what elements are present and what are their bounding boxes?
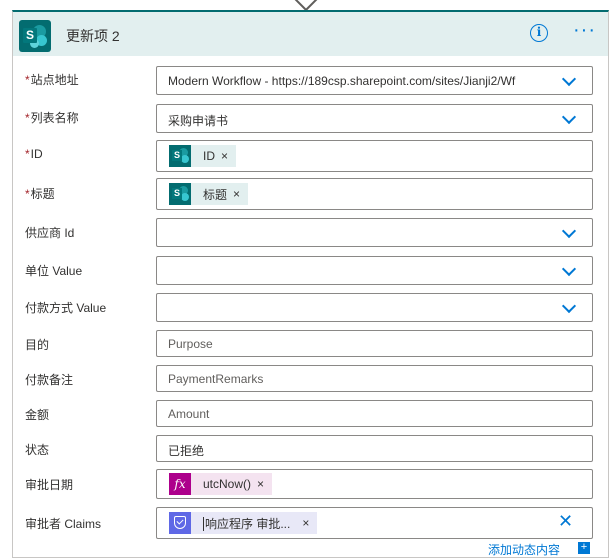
payment-method-dropdown[interactable] <box>156 293 593 322</box>
chevron-down-icon[interactable] <box>561 71 577 87</box>
remove-token-icon[interactable]: × <box>302 516 309 530</box>
sharepoint-icon: S <box>169 145 191 167</box>
card-title[interactable]: 更新项 2 <box>66 26 120 46</box>
chevron-down-icon[interactable] <box>561 261 577 277</box>
payment-remarks-input[interactable]: PaymentRemarks <box>156 365 593 392</box>
label-payment-method: 付款方式 Value <box>25 301 107 315</box>
remove-token-icon[interactable]: × <box>257 477 264 491</box>
info-icon[interactable]: i <box>530 24 548 42</box>
id-field[interactable]: S ID × <box>156 140 593 172</box>
label-payment-remarks: 付款备注 <box>25 373 74 387</box>
add-dynamic-content-link[interactable]: 添加动态内容 <box>488 541 560 558</box>
text-cursor <box>203 517 204 532</box>
label-amount: 金额 <box>25 408 50 422</box>
fx-icon: fx <box>169 473 191 495</box>
sharepoint-icon: S <box>19 20 51 52</box>
utcnow-token[interactable]: fx utcNow() × <box>169 473 273 495</box>
chevron-down-icon[interactable] <box>561 109 577 125</box>
approver-claims-field[interactable]: 响应程序 审批... × ✕ <box>156 507 593 539</box>
list-name-dropdown[interactable]: 采购申请书 <box>156 104 593 133</box>
card-header[interactable]: S 更新项 2 i ··· <box>13 12 608 56</box>
clear-icon[interactable]: ✕ <box>558 512 573 530</box>
sharepoint-icon: S <box>169 183 191 205</box>
status-input[interactable]: 已拒绝 <box>156 435 593 462</box>
purpose-input[interactable]: Purpose <box>156 330 593 357</box>
add-dynamic-content-plus-icon[interactable]: + <box>578 542 590 554</box>
update-item-card: S 更新项 2 i ··· *站点地址 Modern Workflow - ht… <box>12 10 609 558</box>
label-status: 状态 <box>25 443 50 457</box>
approval-date-field[interactable]: fx utcNow() × <box>156 469 593 499</box>
label-unit-value: 单位 Value <box>25 264 83 278</box>
label-purpose: 目的 <box>25 338 50 352</box>
unit-value-dropdown[interactable] <box>156 256 593 285</box>
remove-token-icon[interactable]: × <box>221 149 228 163</box>
site-address-dropdown[interactable]: Modern Workflow - https://189csp.sharepo… <box>156 66 593 95</box>
chevron-down-icon[interactable] <box>561 298 577 314</box>
chevron-down-icon[interactable] <box>561 223 577 239</box>
label-id: *ID <box>25 147 43 161</box>
supplier-id-dropdown[interactable] <box>156 218 593 247</box>
id-token[interactable]: S ID × <box>169 145 237 167</box>
label-site-address: *站点地址 <box>25 73 79 87</box>
amount-input[interactable]: Amount <box>156 400 593 427</box>
more-options-icon[interactable]: ··· <box>573 20 601 41</box>
approvals-icon <box>169 512 191 534</box>
approver-token[interactable]: 响应程序 审批... × <box>169 512 318 534</box>
title-token[interactable]: S 标题 × <box>169 183 249 205</box>
label-list-name: *列表名称 <box>25 111 79 125</box>
label-approval-date: 审批日期 <box>25 478 74 492</box>
title-field[interactable]: S 标题 × <box>156 178 593 210</box>
remove-token-icon[interactable]: × <box>233 187 240 201</box>
label-title: *标题 <box>25 187 55 201</box>
label-approver-claims: 审批者 Claims <box>25 517 102 531</box>
label-supplier-id: 供应商 Id <box>25 226 75 240</box>
